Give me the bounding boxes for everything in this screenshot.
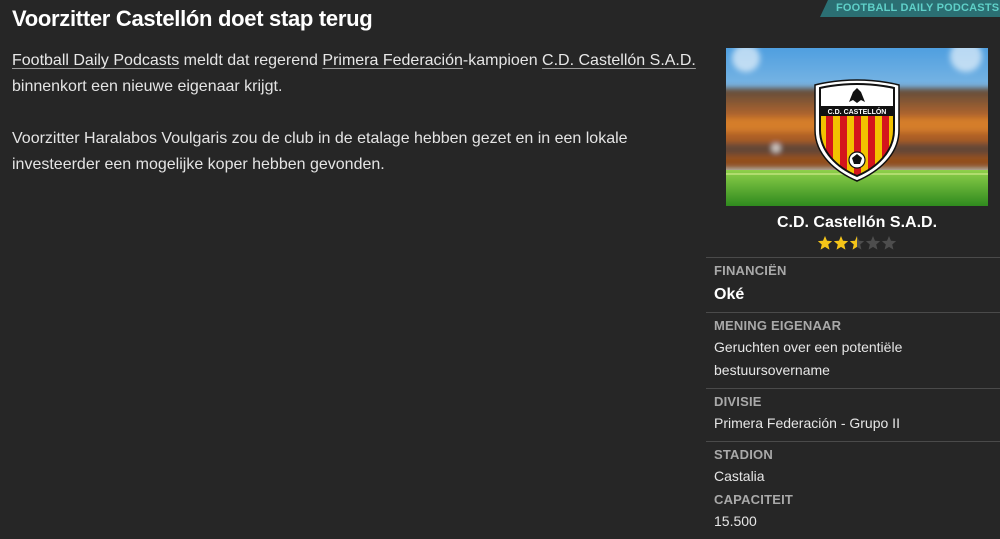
rating-star [849,236,865,250]
news-headline: Voorzitter Castellón doet stap terug [12,6,373,31]
article-text: meldt dat regerend [179,52,323,69]
stadium-crest-artwork: C.D. CASTELLÓN [726,48,988,206]
rating-stars [817,236,897,250]
club-info-panel: C.D. CASTELLÓN C.D. Castellón S.A.D. FIN… [706,48,1000,539]
club-rating [706,235,1000,255]
division-label: DIVISIE [714,394,762,409]
owner-opinion-section: MENING EIGENAAR Geruchten over een poten… [706,312,1000,388]
finances-label: FINANCIËN [714,263,787,278]
article-text: binnenkort een nieuwe eigenaar krijgt. [12,78,283,95]
capacity-value: 15.500 [714,513,757,529]
article-body: Football Daily Podcasts meldt dat regere… [12,48,702,204]
article-paragraph-1: Football Daily Podcasts meldt dat regere… [12,48,702,100]
club-name[interactable]: C.D. Castellón S.A.D. [706,213,1000,233]
league-link[interactable]: Primera Federación [322,52,463,69]
finances-value: Oké [714,286,745,303]
owner-opinion-label: MENING EIGENAAR [714,318,842,333]
owner-opinion-value: Geruchten over een potentiële bestuursov… [714,339,903,378]
rating-star [833,236,849,250]
stadium-label: STADION [714,447,773,462]
stadium-value: Castalia [714,468,765,484]
source-link[interactable]: Football Daily Podcasts [12,52,179,69]
source-tab[interactable]: FOOTBALL DAILY PODCASTS [820,0,1000,17]
rating-star [817,236,833,250]
stadium-section: STADION Castalia CAPACITEIT 15.500 [706,441,1000,539]
finances-section: FINANCIËN Oké [706,257,1000,312]
crest-text: C.D. CASTELLÓN [828,107,887,116]
division-section: DIVISIE Primera Federación - Grupo II [706,388,1000,441]
club-stadium-image[interactable]: C.D. CASTELLÓN [726,48,988,206]
club-link[interactable]: C.D. Castellón S.A.D. [542,52,696,69]
article-text: -kampioen [462,52,543,69]
rating-star [881,236,897,250]
rating-star [865,236,881,250]
article-paragraph-2: Voorzitter Haralabos Voulgaris zou de cl… [12,130,628,173]
division-value[interactable]: Primera Federación - Grupo II [714,412,992,435]
capacity-label: CAPACITEIT [714,492,794,507]
